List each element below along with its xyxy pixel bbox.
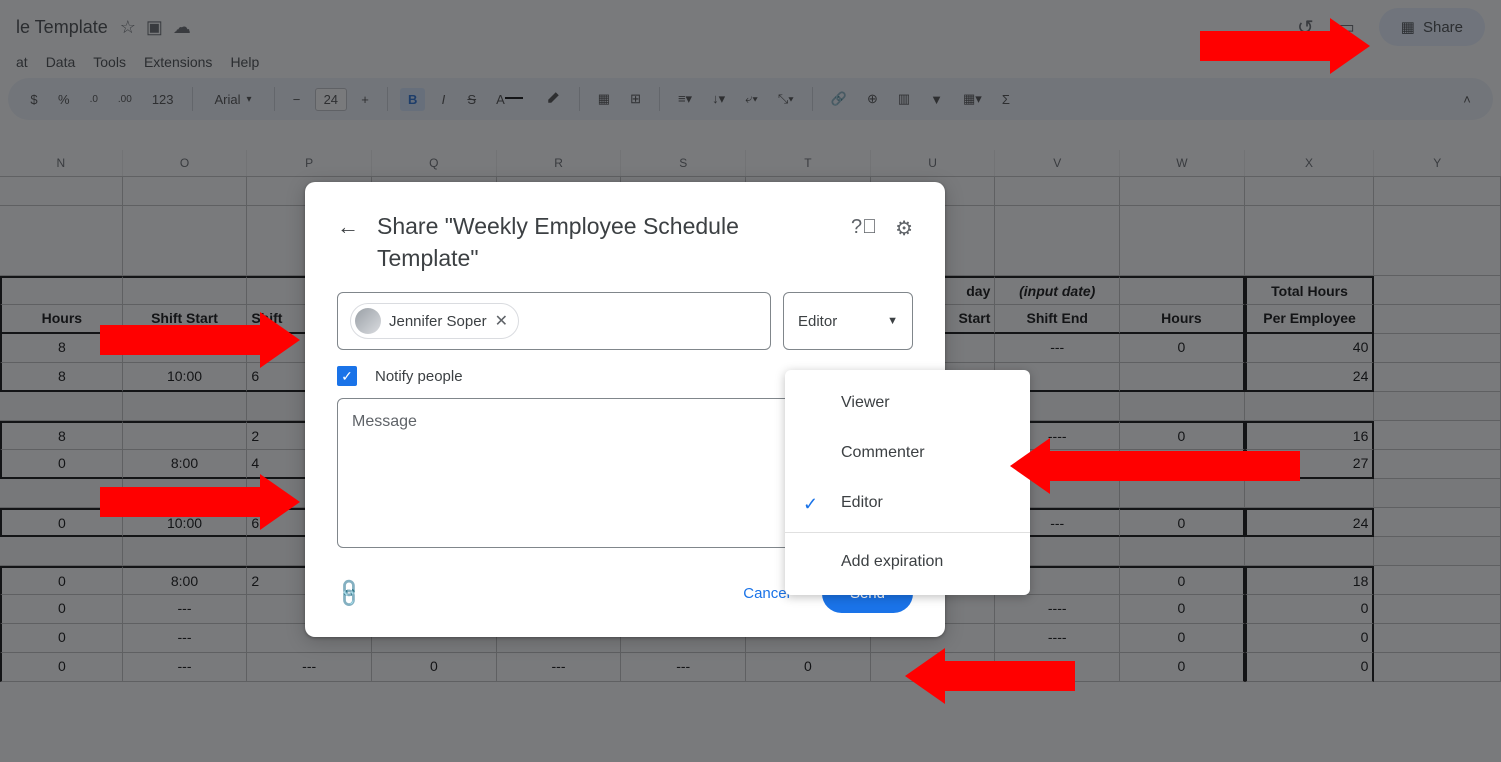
person-name: Jennifer Soper: [389, 313, 487, 330]
share-input-row: Jennifer Soper ✕ Editor ▼: [337, 292, 913, 350]
copy-link-icon[interactable]: 🔗: [332, 576, 367, 611]
back-icon[interactable]: ←: [337, 214, 359, 240]
remove-chip-icon[interactable]: ✕: [495, 311, 508, 331]
avatar: [355, 308, 381, 334]
message-placeholder: Message: [352, 413, 417, 430]
role-option-commenter[interactable]: Commenter: [785, 428, 1030, 478]
role-option-label: Viewer: [841, 394, 890, 411]
role-option-editor[interactable]: ✓ Editor: [785, 478, 1030, 528]
role-option-label: Editor: [841, 494, 883, 511]
dialog-head-icons: ?⃝ ⚙: [851, 216, 913, 241]
notify-label: Notify people: [375, 368, 463, 385]
check-icon: ✓: [803, 494, 818, 515]
role-select[interactable]: Editor ▼: [783, 292, 913, 350]
role-dropdown-menu: Viewer Commenter ✓ Editor Add expiration: [785, 370, 1030, 595]
person-chip[interactable]: Jennifer Soper ✕: [350, 303, 519, 339]
chevron-down-icon: ▼: [887, 315, 898, 327]
dialog-header: ← Share "Weekly Employee Schedule Templa…: [337, 210, 913, 274]
dialog-title: Share "Weekly Employee Schedule Template…: [377, 210, 833, 274]
menu-divider: [785, 532, 1030, 533]
gear-icon[interactable]: ⚙: [895, 216, 913, 241]
role-option-label: Add expiration: [841, 553, 943, 570]
role-option-expiration[interactable]: Add expiration: [785, 537, 1030, 587]
role-option-label: Commenter: [841, 444, 925, 461]
people-input[interactable]: Jennifer Soper ✕: [337, 292, 771, 350]
role-option-viewer[interactable]: Viewer: [785, 378, 1030, 428]
notify-checkbox[interactable]: ✓: [337, 366, 357, 386]
help-icon[interactable]: ?⃝: [851, 216, 877, 241]
role-label: Editor: [798, 313, 837, 330]
